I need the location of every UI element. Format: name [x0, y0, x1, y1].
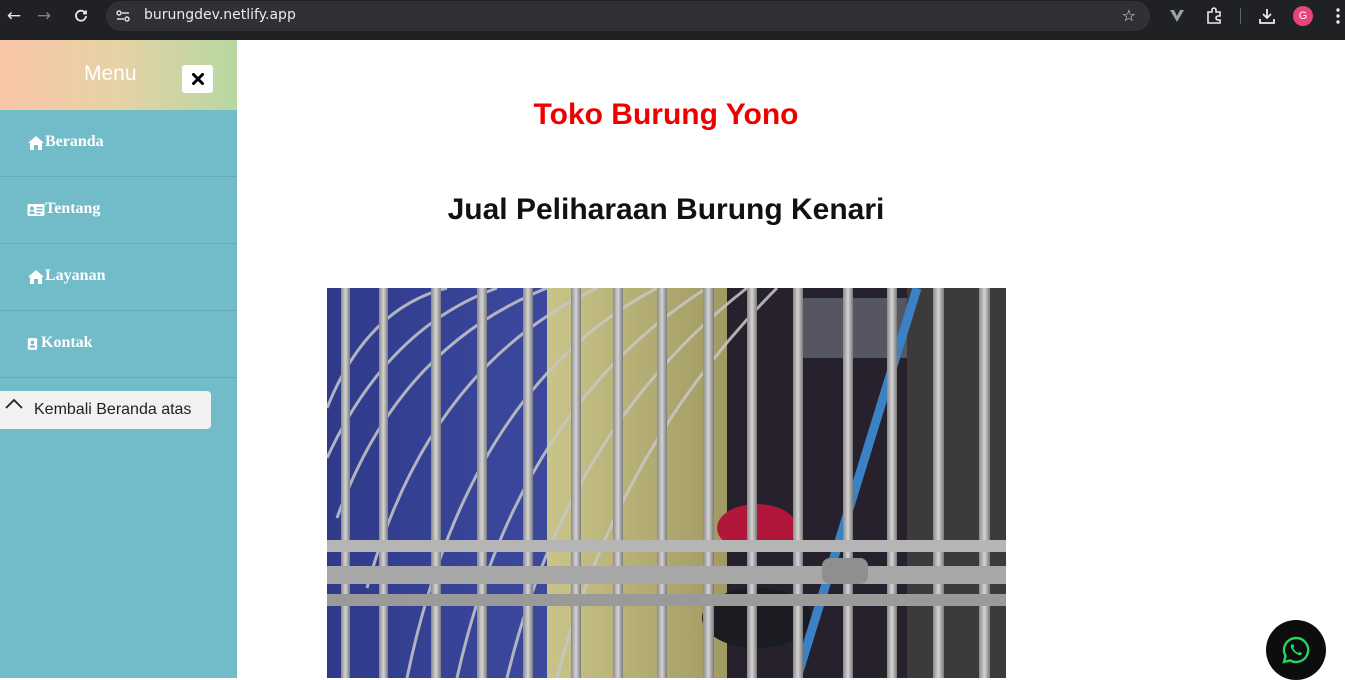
menu-title: Menu	[84, 62, 137, 85]
sidebar-item-label: Tentang	[45, 200, 101, 217]
whatsapp-icon	[1282, 636, 1310, 664]
sidebar-item-label: Layanan	[45, 267, 106, 284]
close-icon	[191, 73, 204, 85]
extension-v-icon[interactable]	[1167, 6, 1187, 26]
address-bar[interactable]: burungdev.netlify.app ☆	[106, 1, 1150, 31]
whatsapp-chat-button[interactable]	[1266, 620, 1326, 680]
home-icon	[28, 270, 44, 284]
extensions-puzzle-icon[interactable]	[1204, 6, 1224, 26]
reload-button[interactable]	[67, 4, 95, 28]
contact-book-icon	[27, 338, 38, 350]
sidebar-item-label: Kontak	[41, 334, 93, 351]
more-options-icon[interactable]	[1333, 6, 1343, 26]
bird-cage-photo	[327, 288, 1006, 678]
sidebar-item-tentang[interactable]: Tentang	[0, 177, 237, 244]
sidebar-item-beranda[interactable]: Beranda	[0, 110, 237, 177]
page-subtitle: Jual Peliharaan Burung Kenari	[447, 193, 885, 226]
menu-header: Menu	[0, 40, 237, 110]
back-button[interactable]: ←	[0, 4, 28, 28]
sidebar-menu: Menu Beranda Tentang Layanan Kontak Kemb…	[0, 40, 237, 678]
home-icon	[28, 136, 44, 150]
url-text[interactable]: burungdev.netlify.app	[144, 7, 296, 23]
bird-cage-image	[327, 288, 1006, 678]
back-to-top-button[interactable]: Kembali Beranda atas	[0, 391, 211, 429]
forward-button[interactable]: →	[30, 4, 58, 28]
browser-toolbar: ← → burungdev.netlify.app ☆ G	[0, 0, 1345, 40]
id-card-icon	[27, 204, 45, 216]
reload-icon	[75, 9, 87, 22]
bookmark-star-icon[interactable]: ☆	[1122, 6, 1136, 25]
sidebar-item-kontak[interactable]: Kontak	[0, 311, 237, 378]
sidebar-item-layanan[interactable]: Layanan	[0, 244, 237, 311]
profile-avatar[interactable]: G	[1293, 6, 1313, 26]
sidebar-item-label: Beranda	[45, 133, 104, 150]
toolbar-divider	[1240, 8, 1241, 24]
download-icon[interactable]	[1257, 6, 1277, 26]
back-to-top-label: Kembali Beranda atas	[34, 401, 192, 418]
close-menu-button[interactable]	[182, 65, 213, 93]
chevron-up-icon	[5, 398, 23, 409]
page-title: Toko Burung Yono	[533, 98, 799, 131]
site-settings-icon[interactable]	[115, 8, 131, 24]
